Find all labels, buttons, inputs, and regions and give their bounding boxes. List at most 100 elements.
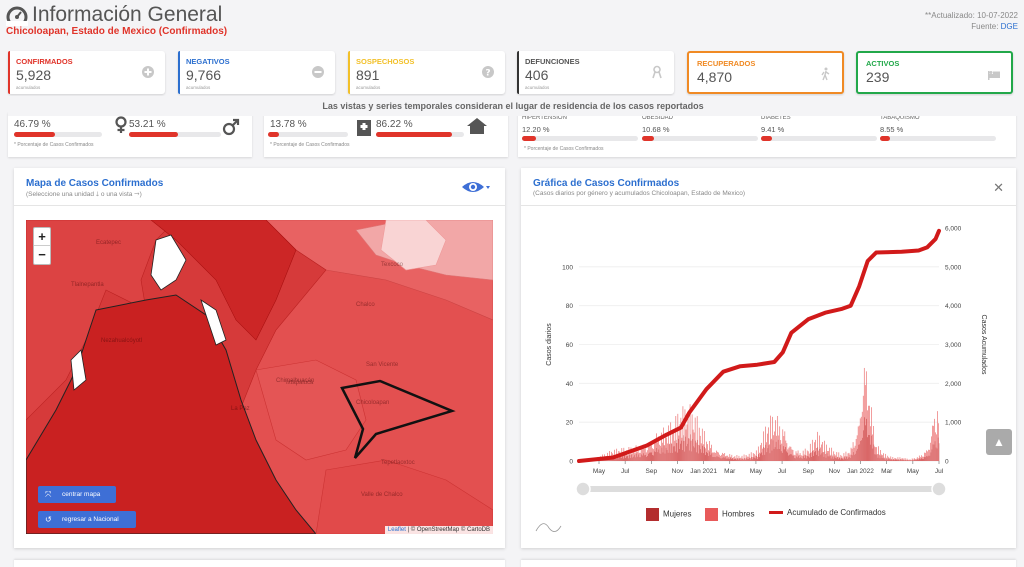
map-panel-subtitle: (Seleccione una unidad 🡓 o una vista 🡒) bbox=[26, 191, 142, 198]
kpi-value: 5,928 bbox=[16, 67, 52, 83]
kpi-sublabel: acumulados bbox=[186, 85, 211, 90]
chart-thumbnail-icon[interactable] bbox=[535, 523, 562, 532]
source-link[interactable]: DGE bbox=[1001, 22, 1018, 31]
comorb-bar bbox=[642, 136, 758, 141]
kpi-value: 239 bbox=[866, 69, 890, 85]
kpi-sublabel: acumulados bbox=[356, 85, 381, 90]
home-icon bbox=[467, 118, 487, 134]
kpi-row: CONFIRMADOS 5,928 acumulados NEGATIVOS 9,766… bbox=[8, 51, 1018, 95]
y-left-tick-label: 100 bbox=[562, 264, 573, 271]
map-place-label: San Vicente bbox=[366, 362, 399, 368]
kpi-value: 406 bbox=[525, 67, 549, 83]
map-place-label: Texcoco bbox=[381, 262, 404, 268]
residence-notice: Las vistas y series temporales considera… bbox=[8, 96, 1018, 116]
kpi-card-recuperados[interactable]: RECUPERADOS 4,870 bbox=[687, 51, 844, 94]
kpi-accent-bar bbox=[8, 51, 10, 94]
legend-mujeres[interactable]: Mujeres bbox=[646, 508, 691, 521]
x-tick-label: Jan 2021 bbox=[690, 468, 717, 475]
kpi-value: 9,766 bbox=[186, 67, 222, 83]
y-right-tick-label: 2,000 bbox=[945, 381, 962, 388]
y-right-tick-label: 3,000 bbox=[945, 342, 962, 349]
map-place-label: Chicoloapan bbox=[356, 400, 390, 406]
comorb-pct: 9.41 % bbox=[761, 125, 785, 134]
y-left-tick-label: 40 bbox=[566, 381, 574, 388]
x-tick-label: Mar bbox=[724, 468, 736, 475]
y-right-axis-label: Casos Acumulados bbox=[980, 315, 987, 375]
female-pct: 46.79 % bbox=[14, 119, 51, 130]
view-selector-eye-icon[interactable] bbox=[461, 178, 491, 196]
kpi-accent-bar bbox=[178, 51, 180, 94]
x-tick-label: Jan 2022 bbox=[847, 468, 874, 475]
map-zoom-control: + − bbox=[33, 227, 51, 265]
male-icon bbox=[222, 118, 240, 136]
walking-icon bbox=[821, 67, 830, 81]
legend-swatch bbox=[646, 508, 659, 521]
comorb-bar bbox=[761, 136, 877, 141]
legend-swatch bbox=[705, 508, 718, 521]
care-footnote: * Porcentaje de Casos Confirmados bbox=[270, 142, 350, 148]
update-info: **Actualizado: 10-07-2022 Fuente: DGE bbox=[925, 10, 1018, 32]
kpi-card-negativos[interactable]: NEGATIVOS 9,766 acumulados bbox=[178, 51, 335, 94]
return-national-button[interactable]: ↺ regresar a Nacional bbox=[38, 511, 136, 528]
legend-hombres[interactable]: Hombres bbox=[705, 508, 754, 521]
comorb-pct: 12.20 % bbox=[522, 125, 550, 134]
legend-line bbox=[769, 511, 783, 515]
kpi-accent-bar bbox=[348, 51, 350, 94]
map-place-label: Tepetlaoxtoc bbox=[381, 460, 415, 466]
y-right-tick-label: 6,000 bbox=[945, 226, 962, 233]
y-left-tick-label: 80 bbox=[566, 303, 574, 310]
center-map-button[interactable]: ⤧ centrar mapa bbox=[38, 486, 116, 503]
kpi-value: 891 bbox=[356, 67, 380, 83]
x-tick-label: Jul bbox=[621, 468, 630, 475]
cumulative-line[interactable] bbox=[577, 228, 941, 463]
map-place-label: Chalco bbox=[356, 302, 375, 308]
choropleth-map[interactable]: Texcoco Chalco Ixtapaluca Nezahualcóyotl Tla… bbox=[26, 220, 493, 534]
kpi-sublabel: acumulados bbox=[16, 85, 41, 90]
kpi-card-activos[interactable]: ACTIVOS 239 bbox=[856, 51, 1013, 94]
plus-circle-icon bbox=[142, 66, 154, 78]
bottom-card-left bbox=[14, 560, 505, 567]
close-icon[interactable]: ✕ bbox=[993, 180, 1004, 196]
ribbon-icon bbox=[652, 65, 662, 79]
hosp-pct: 13.78 % bbox=[270, 119, 307, 130]
range-slider-handle-right[interactable] bbox=[931, 481, 947, 497]
page-subtitle: Chicoloapan, Estado de Mexico (Confirmad… bbox=[6, 26, 228, 37]
legend-acumulado[interactable]: Acumulado de Confirmados bbox=[769, 508, 886, 517]
amb-bar bbox=[376, 132, 464, 137]
zoom-in-button[interactable]: + bbox=[34, 228, 50, 246]
comorb-pct: 10.68 % bbox=[642, 125, 670, 134]
scroll-top-button[interactable]: ▲ bbox=[986, 429, 1012, 455]
x-tick-label: Nov bbox=[829, 468, 841, 475]
x-tick-label: Mar bbox=[881, 468, 893, 475]
x-tick-label: May bbox=[750, 468, 763, 475]
kpi-label: SOSPECHOSOS bbox=[356, 57, 415, 66]
question-circle-icon: ? bbox=[482, 66, 494, 79]
range-slider-track[interactable] bbox=[583, 486, 939, 492]
map-place-label: Tlalnepantla bbox=[71, 282, 104, 288]
range-slider-handle-left[interactable] bbox=[575, 481, 591, 497]
sex-footnote: * Porcentaje de Casos Confirmados bbox=[14, 142, 94, 148]
undo-icon: ↺ bbox=[45, 515, 52, 524]
male-pct: 53.21 % bbox=[129, 119, 166, 130]
amb-pct: 86.22 % bbox=[376, 119, 413, 130]
map-place-label: La Paz bbox=[231, 406, 250, 412]
zoom-out-button[interactable]: − bbox=[34, 246, 50, 264]
kpi-card-confirmados[interactable]: CONFIRMADOS 5,928 acumulados bbox=[8, 51, 165, 94]
map-attribution: Leaflet | © OpenStreetMap © CartoDB bbox=[384, 526, 493, 534]
kpi-label: DEFUNCIONES bbox=[525, 57, 580, 66]
kpi-card-defunciones[interactable]: DEFUNCIONES 406 acumulados bbox=[517, 51, 674, 94]
kpi-card-sospechosos[interactable]: SOSPECHOSOS 891 acumulados? bbox=[348, 51, 505, 94]
y-left-tick-label: 0 bbox=[569, 459, 573, 466]
female-bar bbox=[14, 132, 102, 137]
y-right-tick-label: 1,000 bbox=[945, 420, 962, 427]
x-tick-label: Sep bbox=[646, 468, 658, 475]
comorb-bar bbox=[522, 136, 638, 141]
kpi-label: ACTIVOS bbox=[866, 59, 900, 68]
y-left-tick-label: 20 bbox=[566, 420, 574, 427]
svg-text:?: ? bbox=[485, 69, 490, 79]
map-place-label: Nezahualcóyotl bbox=[101, 338, 143, 344]
hospital-icon bbox=[357, 120, 371, 136]
leaflet-link[interactable]: Leaflet bbox=[388, 527, 406, 533]
hosp-bar bbox=[268, 132, 348, 137]
chart-panel-title: Gráfica de Casos Confirmados bbox=[533, 178, 680, 189]
